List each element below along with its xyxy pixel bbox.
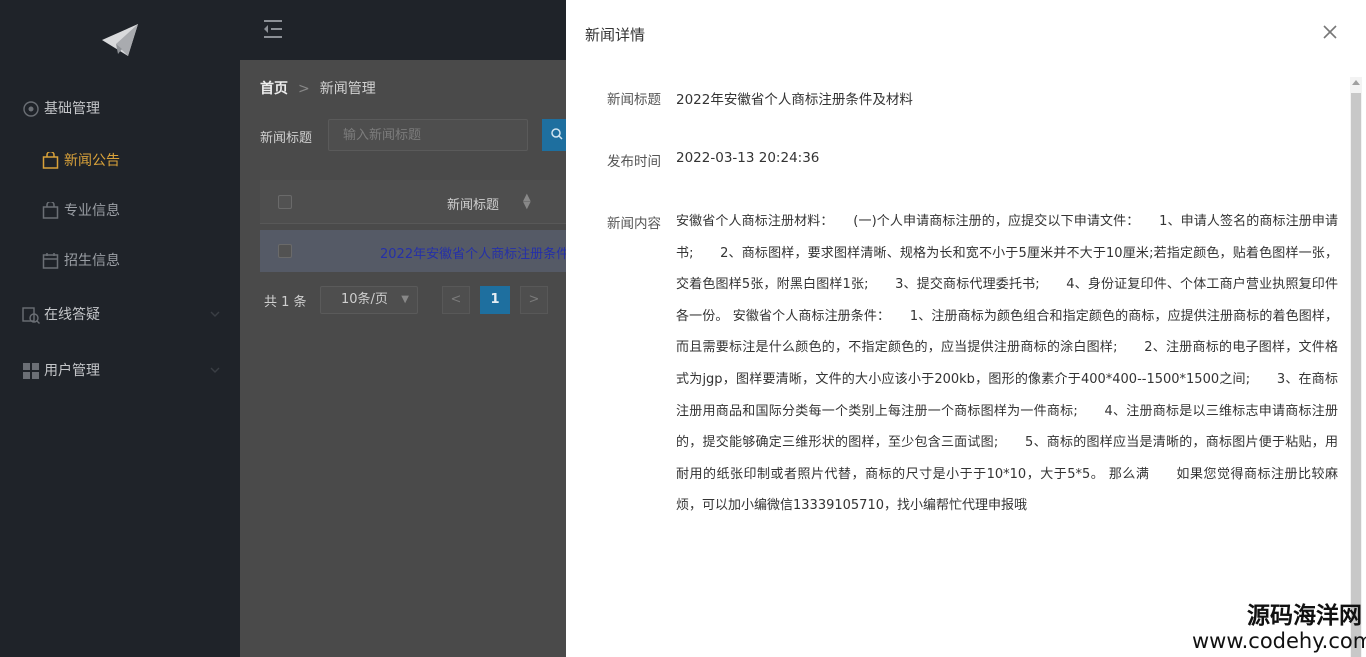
field-value-publish-time: 2022-03-13 20:24:36 bbox=[676, 150, 820, 166]
paper-plane-logo-icon bbox=[102, 24, 138, 56]
breadcrumb: 首页 > 新闻管理 bbox=[260, 78, 376, 98]
page-size-select[interactable]: 10条/页 ▼ bbox=[320, 286, 418, 314]
menu-group-label: 用户管理 bbox=[44, 363, 100, 379]
table-row[interactable]: 2022年安徽省个人商标注册条件及材 bbox=[260, 230, 595, 272]
next-page-button[interactable]: > bbox=[520, 286, 548, 314]
field-label-publish-time: 发布时间 bbox=[607, 154, 661, 170]
field-value-title: 2022年安徽省个人商标注册条件及材料 bbox=[676, 92, 913, 108]
pagination-total: 共 1 条 bbox=[264, 295, 307, 310]
calendar-icon bbox=[42, 253, 59, 269]
bag-icon bbox=[42, 152, 59, 169]
menu-group-label: 在线答疑 bbox=[44, 307, 100, 323]
current-page-button[interactable]: 1 bbox=[480, 286, 510, 314]
sidebar-item-label: 新闻公告 bbox=[64, 153, 120, 169]
menu-fold-icon[interactable] bbox=[262, 19, 284, 39]
prev-page-button[interactable]: < bbox=[442, 286, 470, 314]
sidebar-item-news[interactable]: 新闻公告 bbox=[0, 141, 240, 181]
select-all-checkbox[interactable] bbox=[278, 195, 292, 209]
search-icon bbox=[551, 128, 563, 140]
news-detail-drawer: 新闻详情 新闻标题 2022年安徽省个人商标注册条件及材料 发布时间 2022-… bbox=[566, 0, 1366, 657]
table-header: 新闻标题 ▲ ▼ bbox=[260, 180, 580, 224]
menu-group-basic[interactable]: 基础管理 bbox=[0, 89, 240, 129]
field-label-title: 新闻标题 bbox=[607, 92, 661, 108]
grid-users-icon bbox=[23, 363, 39, 379]
sidebar-item-enrollment[interactable]: 招生信息 bbox=[0, 241, 240, 281]
chevron-down-icon bbox=[210, 311, 220, 317]
qa-icon bbox=[22, 307, 40, 324]
breadcrumb-current: 新闻管理 bbox=[319, 81, 376, 97]
row-title[interactable]: 2022年安徽省个人商标注册条件及材 bbox=[380, 243, 595, 262]
circle-settings-icon bbox=[23, 101, 39, 117]
breadcrumb-separator: > bbox=[298, 81, 310, 97]
field-label-content: 新闻内容 bbox=[607, 216, 661, 232]
menu-group-qa[interactable]: 在线答疑 bbox=[0, 295, 240, 335]
drawer-scrollbar[interactable] bbox=[1350, 77, 1362, 657]
sidebar-item-major[interactable]: 专业信息 bbox=[0, 191, 240, 231]
menu-group-users[interactable]: 用户管理 bbox=[0, 351, 240, 391]
column-header-title[interactable]: 新闻标题 bbox=[447, 194, 499, 213]
scroll-up-arrow-icon[interactable] bbox=[1352, 80, 1360, 85]
page-size-value: 10条/页 bbox=[341, 292, 388, 307]
filter-label: 新闻标题 bbox=[260, 131, 313, 146]
sort-icon[interactable]: ▲ ▼ bbox=[523, 193, 531, 211]
title-search-input[interactable] bbox=[328, 119, 528, 151]
scroll-thumb[interactable] bbox=[1351, 93, 1361, 657]
breadcrumb-home[interactable]: 首页 bbox=[260, 81, 288, 97]
bag-icon bbox=[42, 202, 59, 219]
chevron-down-icon: ▼ bbox=[401, 294, 409, 305]
drawer-title: 新闻详情 bbox=[585, 26, 646, 44]
chevron-down-icon bbox=[210, 367, 220, 373]
menu-group-label: 基础管理 bbox=[44, 101, 100, 117]
sidebar-item-label: 专业信息 bbox=[64, 203, 120, 219]
close-icon[interactable] bbox=[1320, 22, 1340, 42]
news-content-body: 安徽省个人商标注册材料： (一)个人申请商标注册的，应提交以下申请文件： 1、申… bbox=[676, 214, 1338, 514]
sidebar: 基础管理 新闻公告 专业信息 招生信息 在线答疑 用户管理 bbox=[0, 0, 240, 657]
sidebar-item-label: 招生信息 bbox=[64, 253, 120, 269]
row-checkbox[interactable] bbox=[278, 244, 292, 258]
